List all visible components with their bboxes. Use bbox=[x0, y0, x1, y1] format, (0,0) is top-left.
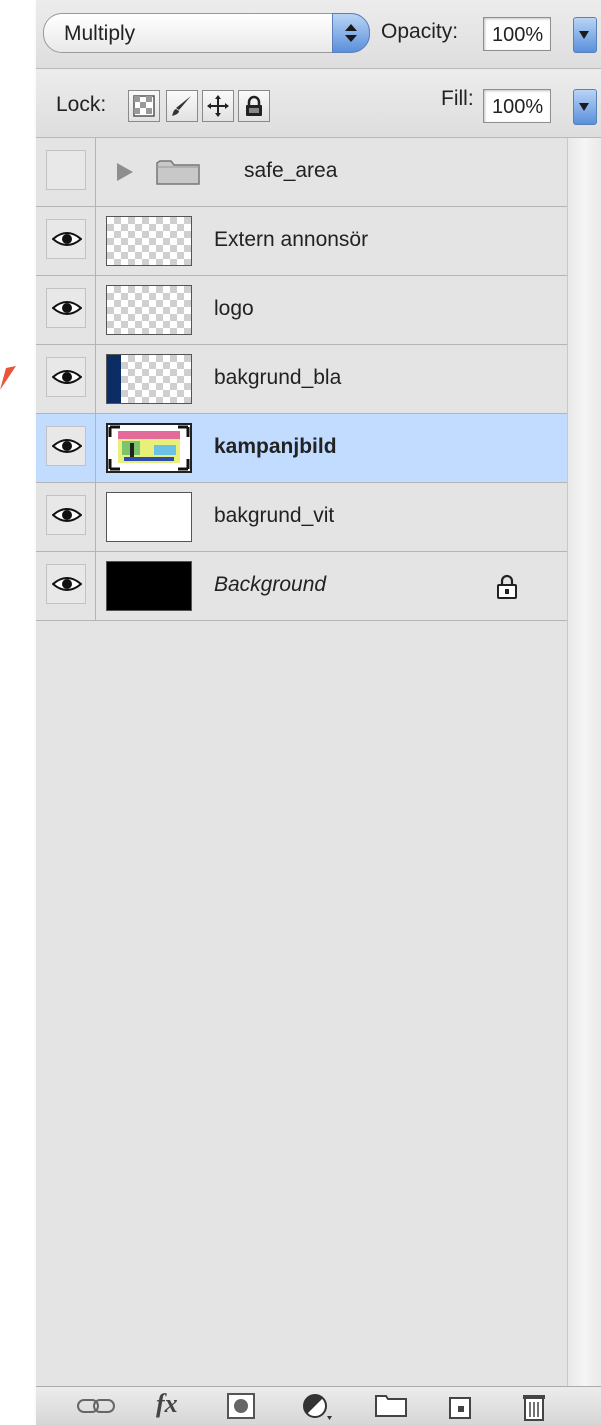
blend-mode-stepper[interactable] bbox=[332, 13, 370, 53]
layer-name: kampanjbild bbox=[214, 435, 337, 458]
layer-name: Background bbox=[214, 573, 327, 596]
lock-icon bbox=[497, 574, 517, 599]
eye-icon bbox=[52, 577, 82, 591]
opacity-label: Opacity: bbox=[381, 20, 459, 43]
layer-row-extern-annonsor[interactable]: Extern annonsör bbox=[36, 207, 567, 276]
fill-label: Fill: bbox=[441, 87, 474, 110]
move-arrows-icon bbox=[207, 95, 229, 117]
layer-row-kampanjbild[interactable]: kampanjbild bbox=[36, 414, 567, 483]
fx-icon[interactable]: fx bbox=[156, 1389, 178, 1419]
lock-transparent-icon bbox=[133, 95, 155, 117]
visibility-cell[interactable] bbox=[36, 414, 96, 482]
eye-icon bbox=[52, 301, 82, 315]
layer-name: safe_area bbox=[244, 159, 338, 182]
layer-thumbnail bbox=[106, 492, 192, 542]
eye-icon bbox=[52, 439, 82, 453]
annotation-arrow bbox=[0, 366, 16, 390]
eye-icon bbox=[52, 370, 82, 384]
visibility-toggle[interactable] bbox=[46, 150, 86, 190]
layer-thumbnail bbox=[106, 216, 192, 266]
adjustment-icon[interactable] bbox=[301, 1392, 333, 1422]
lock-label: Lock: bbox=[56, 93, 107, 116]
layer-thumbnail bbox=[106, 354, 192, 404]
lock-bar: Lock: Fill: 100% bbox=[36, 69, 601, 138]
layer-name: bakgrund_vit bbox=[214, 504, 335, 527]
triangle-down-icon bbox=[579, 103, 589, 111]
layer-row-logo[interactable]: logo bbox=[36, 276, 567, 345]
layer-name: logo bbox=[214, 297, 254, 320]
lock-image-button[interactable] bbox=[166, 90, 198, 122]
layer-row-safe-area[interactable]: safe_area bbox=[36, 138, 567, 207]
folder-icon bbox=[156, 160, 200, 185]
visibility-toggle[interactable] bbox=[46, 495, 86, 535]
new-layer-icon[interactable] bbox=[448, 1392, 474, 1420]
layers-list: safe_area Extern annonsör logo bakgrund_… bbox=[36, 138, 567, 621]
visibility-cell[interactable] bbox=[36, 276, 96, 344]
layer-row-bakgrund-bla[interactable]: bakgrund_bla bbox=[36, 345, 567, 414]
layer-row-bakgrund-vit[interactable]: bakgrund_vit bbox=[36, 483, 567, 552]
triangle-down-icon bbox=[579, 31, 589, 39]
layer-thumbnail bbox=[106, 561, 192, 611]
opacity-field[interactable]: 100% bbox=[483, 17, 551, 51]
eye-icon bbox=[52, 232, 82, 246]
disclosure-triangle-icon[interactable] bbox=[116, 162, 134, 182]
visibility-toggle[interactable] bbox=[46, 426, 86, 466]
blend-mode-value: Multiply bbox=[64, 22, 136, 45]
layer-name: bakgrund_bla bbox=[214, 366, 342, 389]
link-icon[interactable] bbox=[76, 1397, 116, 1415]
visibility-toggle[interactable] bbox=[46, 357, 86, 397]
visibility-cell[interactable] bbox=[36, 552, 96, 620]
fill-dropdown-button[interactable] bbox=[573, 89, 597, 125]
visibility-toggle[interactable] bbox=[46, 564, 86, 604]
lock-icon bbox=[246, 95, 262, 116]
lock-position-button[interactable] bbox=[202, 90, 234, 122]
visibility-cell[interactable] bbox=[36, 345, 96, 413]
visibility-cell[interactable] bbox=[36, 138, 96, 206]
layer-row-background[interactable]: Background bbox=[36, 552, 567, 621]
visibility-toggle[interactable] bbox=[46, 288, 86, 328]
brush-icon bbox=[172, 96, 191, 116]
thumbnail-blue-strip bbox=[107, 355, 121, 403]
trash-icon[interactable] bbox=[521, 1392, 547, 1422]
eye-icon bbox=[52, 508, 82, 522]
layer-name: Extern annonsör bbox=[214, 228, 369, 251]
fill-field[interactable]: 100% bbox=[483, 89, 551, 123]
layers-bottom-bar: fx bbox=[36, 1386, 601, 1425]
layer-thumbnail bbox=[106, 285, 192, 335]
lock-transparent-button[interactable] bbox=[128, 90, 160, 122]
mask-icon[interactable] bbox=[226, 1392, 256, 1420]
visibility-cell[interactable] bbox=[36, 483, 96, 551]
layer-thumbnail bbox=[106, 423, 192, 473]
new-group-icon[interactable] bbox=[374, 1392, 408, 1418]
visibility-toggle[interactable] bbox=[46, 219, 86, 259]
smart-object-thumbnail-icon bbox=[108, 425, 190, 471]
layers-panel: Multiply Opacity: 100% Lock: Fill: 100% … bbox=[36, 0, 601, 1425]
opacity-dropdown-button[interactable] bbox=[573, 17, 597, 53]
lock-all-button[interactable] bbox=[238, 90, 270, 122]
visibility-cell[interactable] bbox=[36, 207, 96, 275]
scrollbar-track[interactable] bbox=[567, 138, 601, 1386]
up-down-arrows-icon bbox=[345, 24, 357, 42]
blend-mode-select[interactable]: Multiply bbox=[43, 13, 370, 53]
blend-bar: Multiply Opacity: 100% bbox=[36, 0, 601, 69]
